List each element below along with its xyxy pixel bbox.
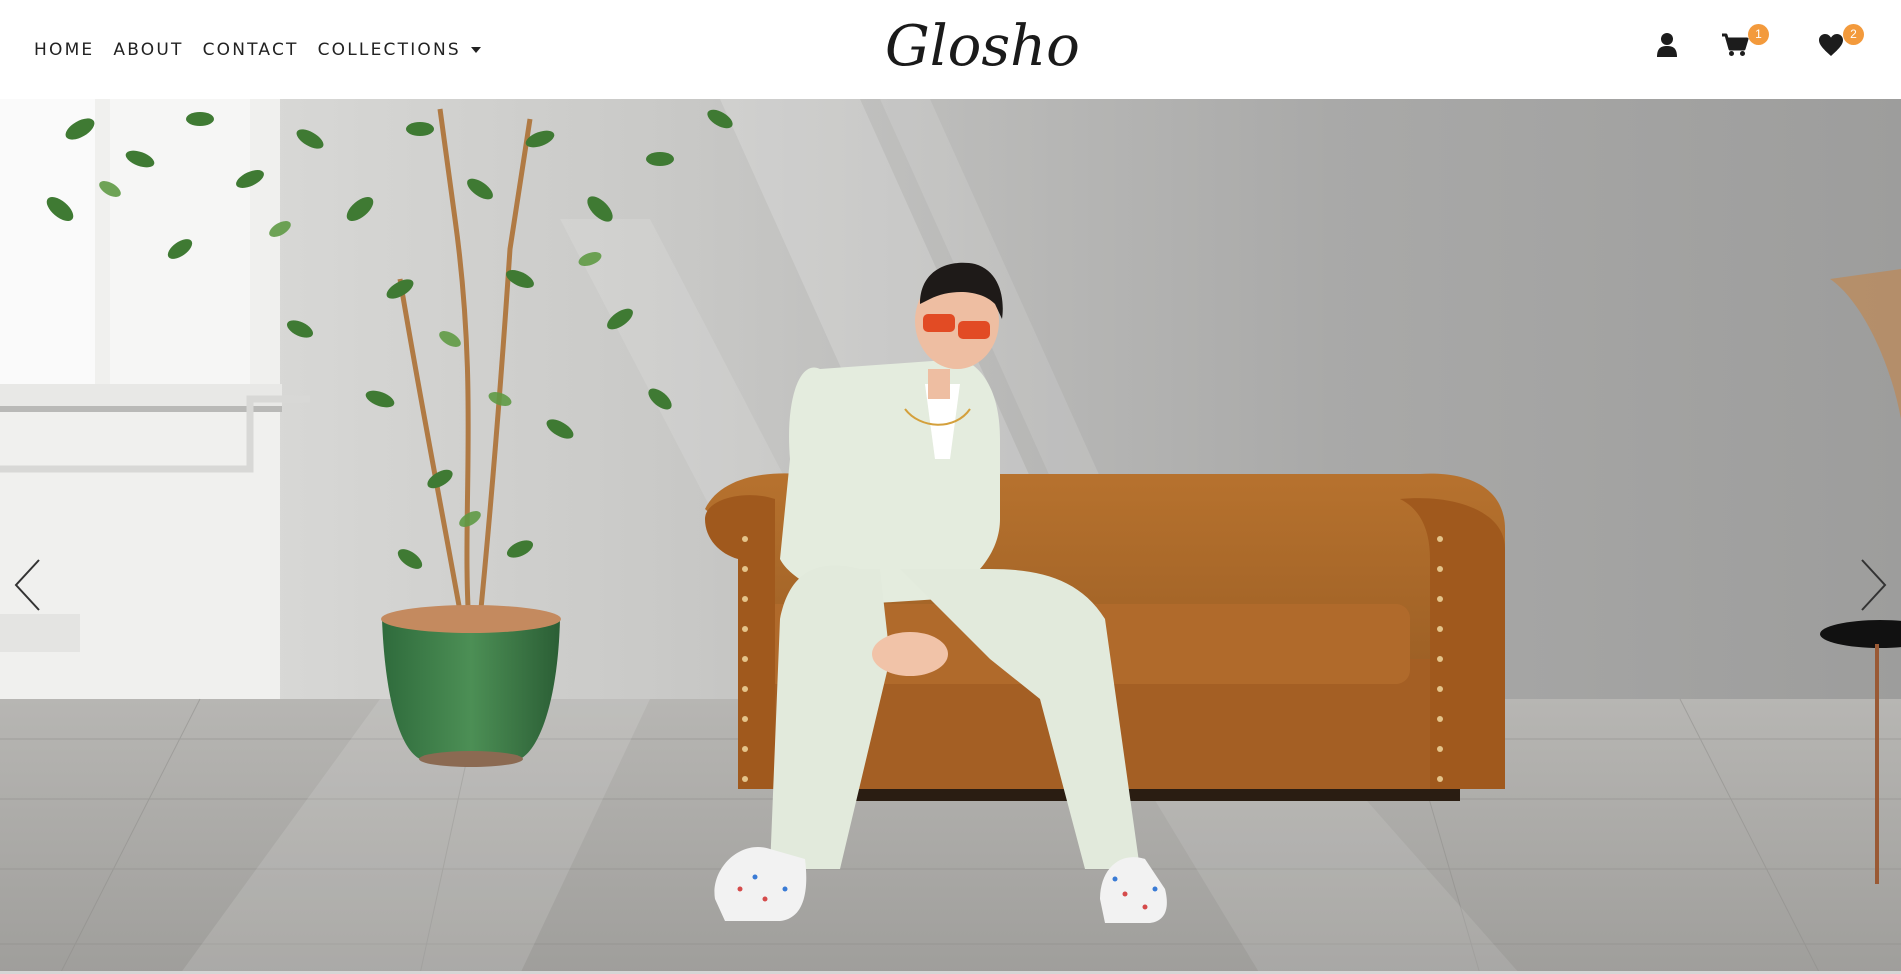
cart-button[interactable] <box>1721 33 1749 62</box>
hero-carousel <box>0 99 1901 974</box>
cart-icon <box>1722 33 1749 56</box>
heart-icon <box>1819 34 1843 56</box>
cart-count-badge: 1 <box>1748 24 1769 45</box>
nav-icon-group: 1 2 <box>0 0 1901 99</box>
carousel-next-button[interactable] <box>1860 558 1888 617</box>
top-navbar: HOME ABOUT CONTACT COLLECTIONS Glosho 1 <box>0 0 1901 99</box>
user-icon <box>1657 33 1677 57</box>
hero-image <box>0 99 1901 974</box>
carousel-prev-button[interactable] <box>13 558 41 617</box>
chevron-left-icon <box>14 559 40 611</box>
chevron-right-icon <box>1861 559 1887 611</box>
wishlist-count-badge: 2 <box>1843 24 1864 45</box>
wishlist-button[interactable] <box>1818 33 1844 62</box>
account-button[interactable] <box>1656 32 1678 63</box>
